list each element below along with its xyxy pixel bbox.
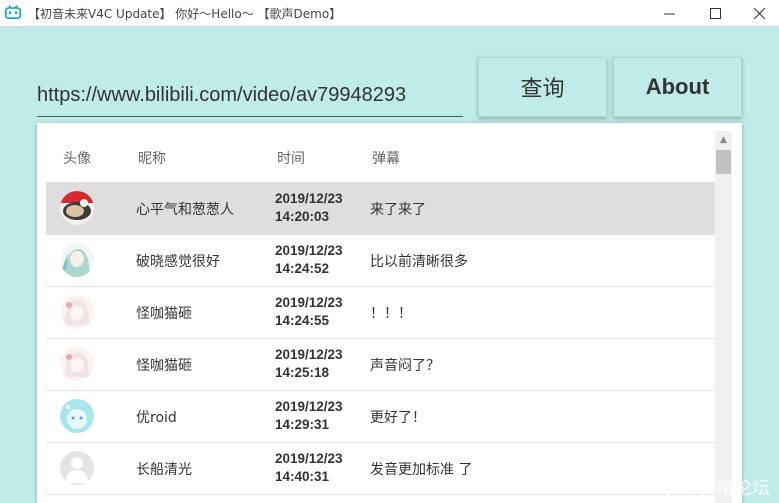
- date: 2019/12/23: [275, 243, 343, 258]
- watermark-text: 表滑旅暗论坛: [662, 478, 770, 499]
- avatar: [60, 191, 94, 225]
- nickname: 破晓感觉很好: [136, 254, 220, 270]
- header-nickname[interactable]: 昵称: [138, 148, 166, 168]
- vertical-scrollbar[interactable]: ▲: [715, 131, 732, 503]
- danmu-text: 比以前清晰很多: [370, 254, 468, 270]
- danmu-text: 发音更加标准 了: [370, 462, 473, 478]
- scroll-thumb[interactable]: [716, 150, 731, 174]
- url-input[interactable]: [37, 80, 463, 110]
- clock-time: 14:20:03: [275, 209, 330, 224]
- date: 2019/12/23: [275, 347, 343, 362]
- table-row[interactable]: 破晓感觉很好 2019/12/23 14:24:52 比以前清晰很多: [46, 234, 716, 287]
- timestamp: 2019/12/23 14:25:18: [275, 346, 343, 382]
- avatar: [60, 399, 94, 433]
- table-row[interactable]: 怪咖猫砸 2019/12/23 14:25:18 声音闷了？: [46, 338, 716, 391]
- about-button[interactable]: About: [613, 57, 742, 117]
- date: 2019/12/23: [275, 451, 343, 466]
- table-row[interactable]: 长船清光 2019/12/23 14:40:31 发音更加标准 了: [46, 442, 716, 495]
- header-time[interactable]: 时间: [277, 148, 305, 168]
- danmu-text: 更好了！: [370, 410, 426, 426]
- url-field: [37, 74, 463, 117]
- nickname: 心平气和葱葱人: [136, 202, 234, 218]
- close-icon: [753, 7, 765, 19]
- window-title: 【初音未来V4C Update】 你好～Hello～ 【歌声Demo】: [28, 7, 342, 21]
- avatar: [60, 451, 94, 485]
- nickname: 怪咖猫砸: [136, 358, 192, 374]
- avatar: [60, 295, 94, 329]
- clock-time: 14:29:31: [275, 417, 330, 432]
- timestamp: 2019/12/23 14:29:31: [275, 398, 343, 434]
- minimize-icon: [663, 13, 675, 14]
- table-row[interactable]: 怪咖猫砸 2019/12/23 14:24:55 ！！！: [46, 286, 716, 339]
- danmu-list-panel: 头像 昵称 时间 弹幕 心平气和葱葱人 2019/12/23 14:20:03 …: [37, 123, 742, 503]
- nickname: 怪咖猫砸: [136, 306, 192, 322]
- maximize-button[interactable]: [692, 0, 738, 26]
- clock-time: 14:24:55: [275, 313, 330, 328]
- danmu-text: 声音闷了？: [370, 358, 440, 374]
- timestamp: 2019/12/23 14:24:52: [275, 242, 343, 278]
- query-button[interactable]: 查询: [478, 57, 607, 117]
- timestamp: 2019/12/23 14:24:55: [275, 294, 343, 330]
- header-danmu[interactable]: 弹幕: [372, 148, 400, 168]
- clock-time: 14:25:18: [275, 365, 330, 380]
- minimize-button[interactable]: [646, 0, 692, 26]
- danmu-text: 来了来了: [370, 202, 426, 218]
- title-bar: 【初音未来V4C Update】 你好～Hello～ 【歌声Demo】: [0, 0, 779, 27]
- clock-time: 14:24:52: [275, 261, 330, 276]
- date: 2019/12/23: [275, 295, 343, 310]
- avatar: [60, 347, 94, 381]
- date: 2019/12/23: [275, 399, 343, 414]
- header-avatar[interactable]: 头像: [63, 148, 91, 168]
- table-header: 头像 昵称 时间 弹幕: [46, 143, 716, 171]
- danmu-text: ！！！: [370, 306, 412, 322]
- table-row[interactable]: 优roid 2019/12/23 14:29:31 更好了！: [46, 390, 716, 443]
- avatar: [60, 243, 94, 277]
- table-row[interactable]: 心平气和葱葱人 2019/12/23 14:20:03 来了来了: [46, 182, 716, 235]
- bilibili-tv-icon: [5, 5, 21, 19]
- timestamp: 2019/12/23 14:40:31: [275, 450, 343, 486]
- timestamp: 2019/12/23 14:20:03: [275, 190, 343, 226]
- close-button[interactable]: [736, 0, 779, 26]
- scroll-up-arrow-icon[interactable]: ▲: [715, 131, 732, 148]
- clock-time: 14:40:31: [275, 469, 330, 484]
- nickname: 长船清光: [136, 462, 192, 478]
- date: 2019/12/23: [275, 191, 343, 206]
- maximize-icon: [709, 7, 721, 19]
- nickname: 优roid: [136, 410, 177, 426]
